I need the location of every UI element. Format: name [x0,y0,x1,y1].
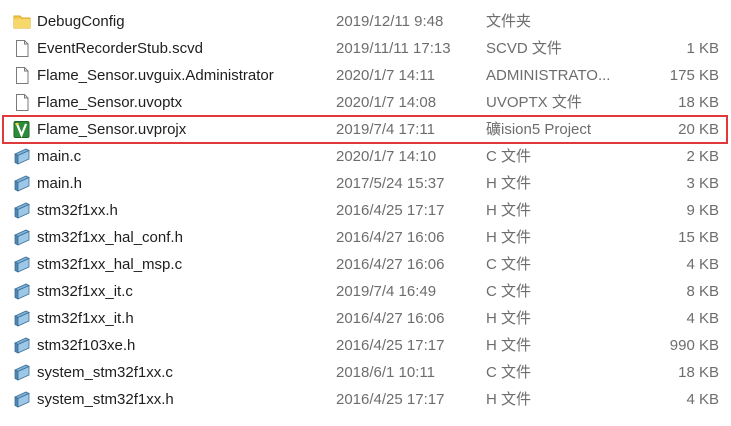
file-size: 990 KB [669,337,719,354]
file-size: 9 KB [686,202,719,219]
file-name: stm32f1xx_it.c [37,283,133,300]
file-name: stm32f1xx.h [37,202,118,219]
file-name: stm32f1xx_hal_msp.c [37,256,183,273]
file-type: H 文件 [486,310,532,327]
file-row[interactable]: system_stm32f1xx.c 2018/6/1 10:11 C 文件 1… [0,359,731,386]
file-size: 4 KB [686,391,719,408]
source-file-icon [13,202,31,219]
file-date: 2016/4/25 17:17 [336,202,445,219]
source-file-icon [13,337,31,354]
file-size: 18 KB [678,364,719,381]
file-date: 2018/6/1 10:11 [336,364,435,381]
source-file-icon [13,283,31,300]
file-row[interactable]: system_stm32f1xx.h 2016/4/25 17:17 H 文件 … [0,386,731,413]
file-type: SCVD 文件 [486,40,562,57]
file-type: C 文件 [486,148,532,165]
file-size: 15 KB [678,229,719,246]
uvision-project-icon [13,121,31,138]
file-size: 3 KB [686,175,719,192]
file-type: C 文件 [486,283,532,300]
file-name: stm32f1xx_hal_conf.h [37,229,183,246]
file-list: DebugConfig 2019/12/11 9:48 文件夹 EventRec… [0,8,731,413]
file-size: 2 KB [686,148,719,165]
source-file-icon [13,391,31,408]
file-size: 4 KB [686,256,719,273]
file-type: H 文件 [486,337,532,354]
source-file-icon [13,256,31,273]
file-size: 4 KB [686,310,719,327]
file-name: stm32f1xx_it.h [37,310,134,327]
file-type: C 文件 [486,364,532,381]
file-row[interactable]: stm32f1xx_it.c 2019/7/4 16:49 C 文件 8 KB [0,278,731,305]
source-file-icon [13,229,31,246]
file-name: system_stm32f1xx.h [37,391,174,408]
file-type: H 文件 [486,229,532,246]
file-name: main.c [37,148,82,165]
file-date: 2019/11/11 17:13 [336,40,451,57]
file-name: main.h [37,175,83,192]
file-size: 175 KB [669,67,719,84]
source-file-icon [13,364,31,381]
source-file-icon [13,148,31,165]
file-date: 2019/12/11 9:48 [336,13,444,30]
file-type: 礦ision5 Project [486,121,592,138]
file-row[interactable]: stm32f103xe.h 2016/4/25 17:17 H 文件 990 K… [0,332,731,359]
blank-file-icon [13,94,31,111]
file-type: H 文件 [486,202,532,219]
blank-file-icon [13,67,31,84]
file-row-selected[interactable]: Flame_Sensor.uvprojx 2019/7/4 17:11 礦isi… [2,115,728,144]
file-type: 文件夹 [486,13,532,30]
folder-icon [13,13,31,30]
file-date: 2016/4/25 17:17 [336,337,445,354]
file-row[interactable]: Flame_Sensor.uvoptx 2020/1/7 14:08 UVOPT… [0,89,731,116]
file-date: 2020/1/7 14:11 [336,67,435,84]
file-size: 8 KB [686,283,719,300]
file-date: 2016/4/25 17:17 [336,391,445,408]
file-name: EventRecorderStub.scvd [37,40,203,57]
file-type: H 文件 [486,175,532,192]
source-file-icon [13,310,31,327]
file-row[interactable]: DebugConfig 2019/12/11 9:48 文件夹 [0,8,731,35]
blank-file-icon [13,40,31,57]
file-name: system_stm32f1xx.c [37,364,173,381]
file-name: Flame_Sensor.uvguix.Administrator [37,67,274,84]
file-date: 2016/4/27 16:06 [336,310,445,327]
file-row[interactable]: stm32f1xx_it.h 2016/4/27 16:06 H 文件 4 KB [0,305,731,332]
file-row[interactable]: main.c 2020/1/7 14:10 C 文件 2 KB [0,143,731,170]
file-date: 2020/1/7 14:08 [336,94,437,111]
file-date: 2016/4/27 16:06 [336,256,445,273]
file-row[interactable]: stm32f1xx.h 2016/4/25 17:17 H 文件 9 KB [0,197,731,224]
file-row[interactable]: Flame_Sensor.uvguix.Administrator 2020/1… [0,62,731,89]
file-row[interactable]: stm32f1xx_hal_msp.c 2016/4/27 16:06 C 文件… [0,251,731,278]
file-row[interactable]: main.h 2017/5/24 15:37 H 文件 3 KB [0,170,731,197]
file-size: 20 KB [678,121,719,138]
file-name: stm32f103xe.h [37,337,136,354]
source-file-icon [13,175,31,192]
file-row[interactable]: stm32f1xx_hal_conf.h 2016/4/27 16:06 H 文… [0,224,731,251]
file-name: Flame_Sensor.uvprojx [37,121,187,138]
file-size: 1 KB [686,40,719,57]
file-type: H 文件 [486,391,532,408]
file-name: Flame_Sensor.uvoptx [37,94,183,111]
file-date: 2020/1/7 14:10 [336,148,437,165]
file-type: ADMINISTRATO... [486,67,611,84]
file-row[interactable]: EventRecorderStub.scvd 2019/11/11 17:13 … [0,35,731,62]
file-date: 2017/5/24 15:37 [336,175,445,192]
file-name: DebugConfig [37,13,125,30]
file-type: C 文件 [486,256,532,273]
file-size: 18 KB [678,94,719,111]
file-date: 2019/7/4 17:11 [336,121,435,138]
file-type: UVOPTX 文件 [486,94,582,111]
file-date: 2019/7/4 16:49 [336,283,437,300]
file-date: 2016/4/27 16:06 [336,229,445,246]
